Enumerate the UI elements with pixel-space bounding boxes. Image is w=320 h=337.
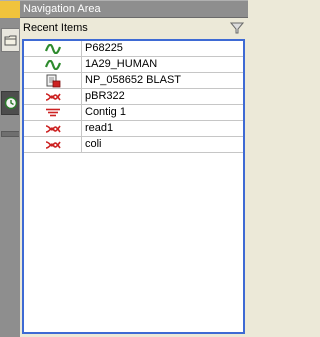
list-item[interactable]: coli xyxy=(24,137,243,153)
item-name: coli xyxy=(85,138,102,150)
recent-items-label: Recent Items xyxy=(23,22,88,34)
item-name: NP_058652 BLAST xyxy=(85,74,182,86)
list-item[interactable]: Contig 1 xyxy=(24,105,243,121)
toolbar-tab[interactable] xyxy=(1,131,19,137)
history-tab[interactable] xyxy=(1,91,19,115)
item-name: 1A29_HUMAN xyxy=(85,58,158,70)
nucleotide-sequence-icon xyxy=(45,124,61,133)
contig-icon xyxy=(45,108,60,116)
history-icon xyxy=(4,96,17,110)
item-name: pBR322 xyxy=(85,90,125,102)
panel-header: Recent Items xyxy=(20,18,248,39)
list-item[interactable]: pBR322 xyxy=(24,89,243,105)
item-name: read1 xyxy=(85,122,114,134)
folder-tab[interactable] xyxy=(1,28,19,52)
window-title: Navigation Area xyxy=(23,3,101,15)
list-item[interactable]: read1 xyxy=(24,121,243,137)
blast-result-icon xyxy=(46,74,60,87)
recent-items-list[interactable]: P68225 1A29_HUMAN NP_058652 BLAST pBR322… xyxy=(22,39,245,334)
item-name: Contig 1 xyxy=(85,106,126,118)
nucleotide-sequence-icon xyxy=(45,92,61,101)
protein-sequence-icon xyxy=(44,43,61,54)
recent-items-panel: Recent Items P68225 1A29_HUMAN NP_058652… xyxy=(20,18,248,337)
titlebar-accent xyxy=(0,1,20,18)
filter-icon[interactable] xyxy=(230,21,244,35)
side-toolbar xyxy=(0,18,20,337)
list-item[interactable]: P68225 xyxy=(24,41,243,57)
list-item[interactable]: 1A29_HUMAN xyxy=(24,57,243,73)
protein-sequence-icon xyxy=(44,59,61,70)
nucleotide-sequence-icon xyxy=(45,140,61,149)
folder-icon xyxy=(4,35,16,46)
navigation-area-titlebar: Navigation Area xyxy=(0,0,248,18)
list-item[interactable]: NP_058652 BLAST xyxy=(24,73,243,89)
item-name: P68225 xyxy=(85,42,123,54)
